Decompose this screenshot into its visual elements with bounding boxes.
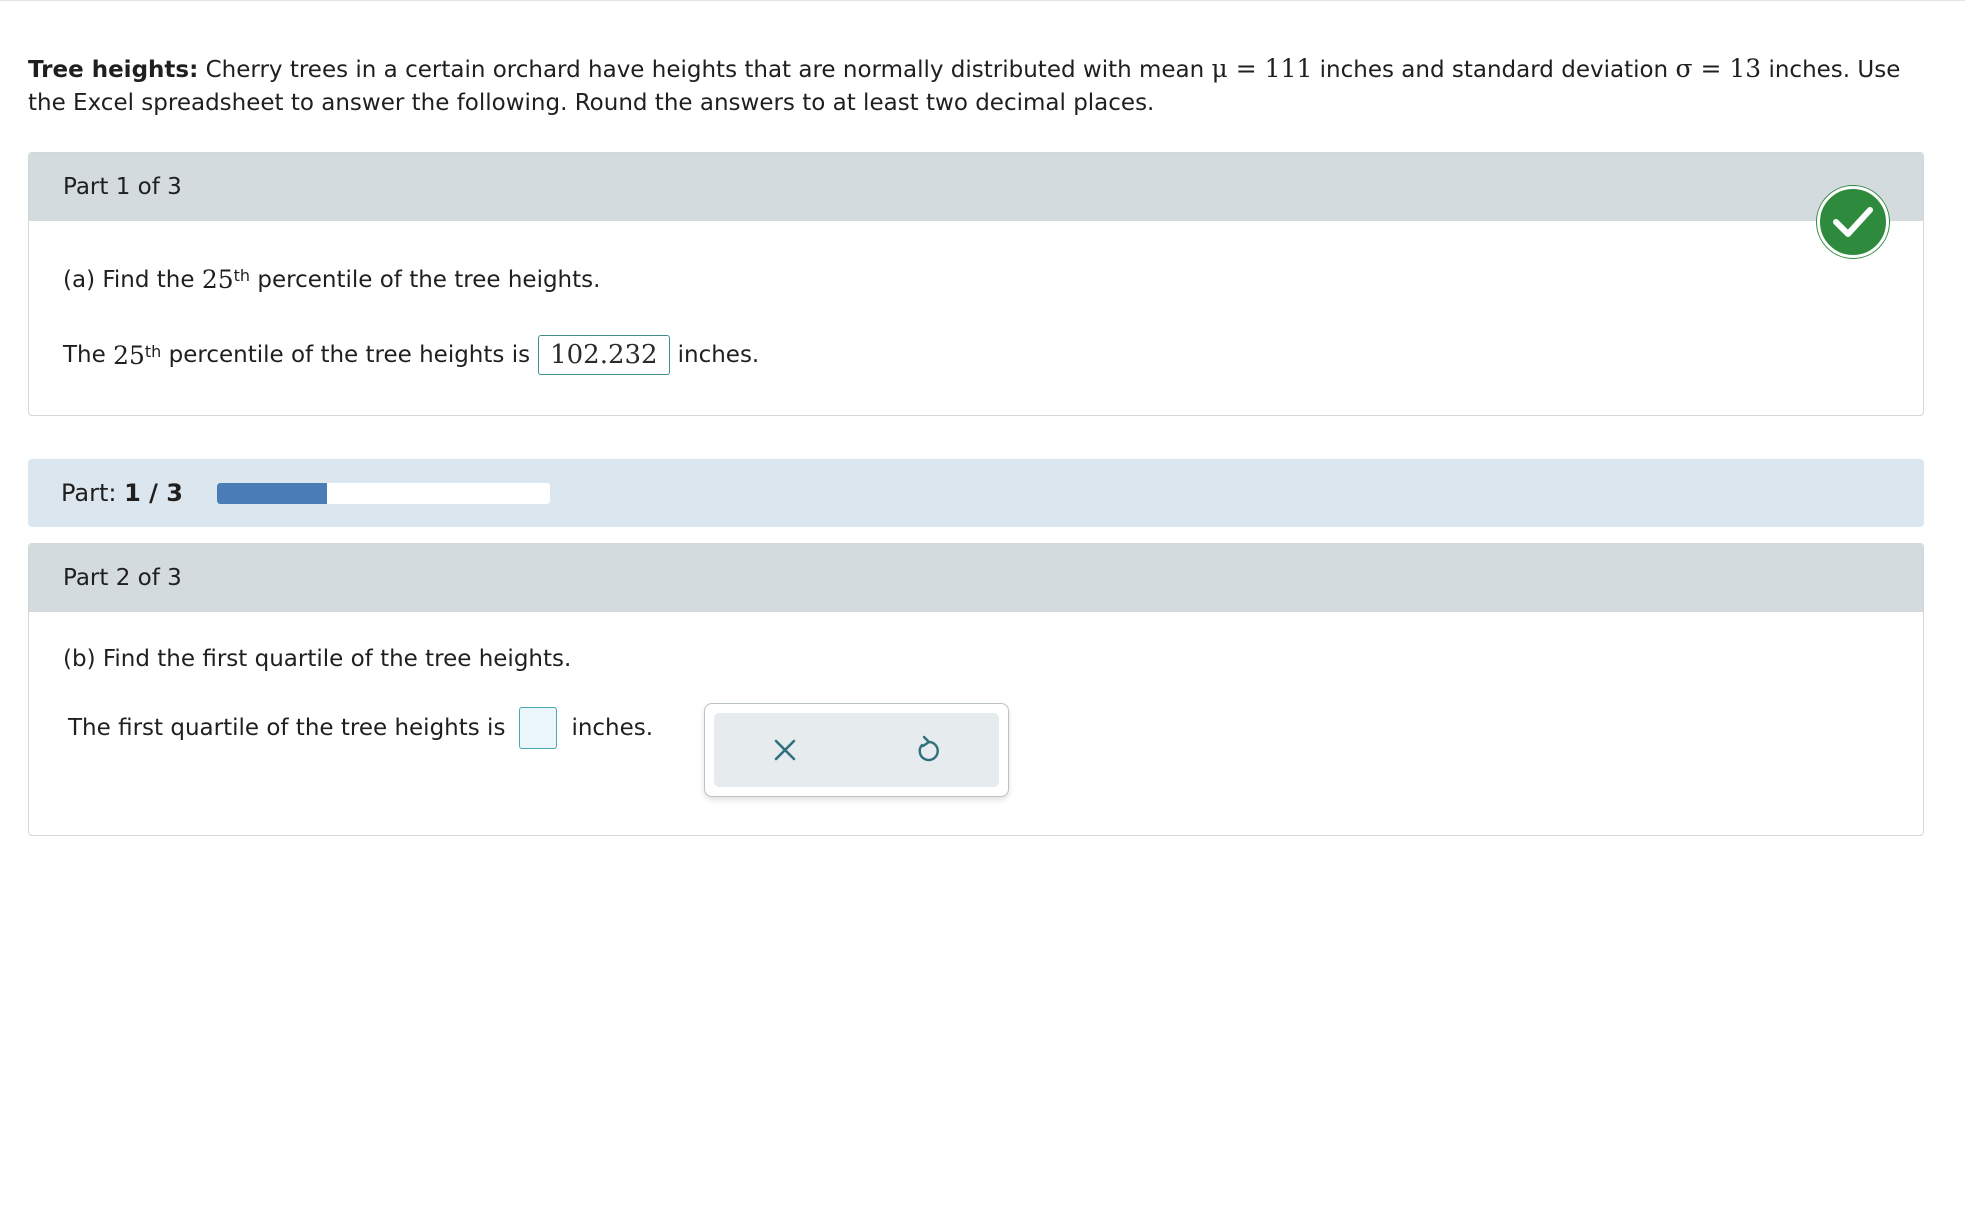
part-1-answer-input[interactable]: 102.232 (538, 335, 670, 375)
correct-check-icon (1817, 186, 1889, 258)
question-suffix: percentile of the tree heights. (257, 266, 601, 293)
answer-prefix: The first quartile of the tree heights i… (68, 715, 506, 741)
answer-unit: inches. (571, 715, 654, 741)
answer-prefix: The (63, 342, 106, 368)
ordinal-suffix: th (233, 266, 251, 285)
undo-icon (918, 735, 939, 762)
answer-tools-bar (714, 713, 999, 787)
ordinal-suffix: th (144, 341, 162, 361)
progress-separator: / (149, 479, 158, 507)
answer-tools-panel (704, 703, 1009, 797)
progress-track (217, 482, 550, 504)
answer-unit: inches. (677, 342, 760, 368)
percentile-number: 25 (201, 265, 234, 294)
progress-current: 1 (124, 479, 141, 507)
problem-statement: Tree heights: Cherry trees in a certain … (28, 52, 1938, 120)
part-2-answer-input[interactable] (519, 707, 558, 749)
problem-text-2: inches and standard deviation (1319, 57, 1669, 83)
answer-middle: percentile of the tree heights is (168, 342, 531, 368)
sd-expression: σ = 13 (1675, 54, 1762, 83)
part-2-question: (b) Find the first quartile of the tree … (63, 646, 572, 672)
part-1-header[interactable]: Part 1 of 3 (29, 153, 1923, 221)
clear-button[interactable] (760, 725, 810, 775)
part-1-card: Part 1 of 3 (a) Find the 25th percentile… (28, 152, 1924, 416)
undo-button[interactable] (903, 725, 953, 775)
part-1-question: (a) Find the 25th percentile of the tree… (63, 265, 600, 294)
problem-title: Tree heights: (28, 57, 199, 83)
part-2-header[interactable]: Part 2 of 3 (29, 544, 1923, 612)
problem-text-1: Cherry trees in a certain orchard have h… (205, 57, 1205, 83)
progress-fill (217, 482, 327, 504)
part-progress: Part: 1 / 3 (28, 459, 1924, 527)
percentile-number: 25 (113, 340, 145, 370)
mean-expression: μ = 111 (1211, 54, 1313, 83)
progress-label: Part: 1 / 3 (61, 479, 183, 507)
part-2-answer-line: The first quartile of the tree heights i… (68, 707, 653, 749)
top-divider (0, 0, 1965, 1)
close-icon (774, 739, 796, 761)
progress-total: 3 (166, 479, 183, 507)
question-prefix: (a) Find the (63, 266, 195, 293)
part-1-answer-line: The 25th percentile of the tree heights … (63, 335, 759, 375)
